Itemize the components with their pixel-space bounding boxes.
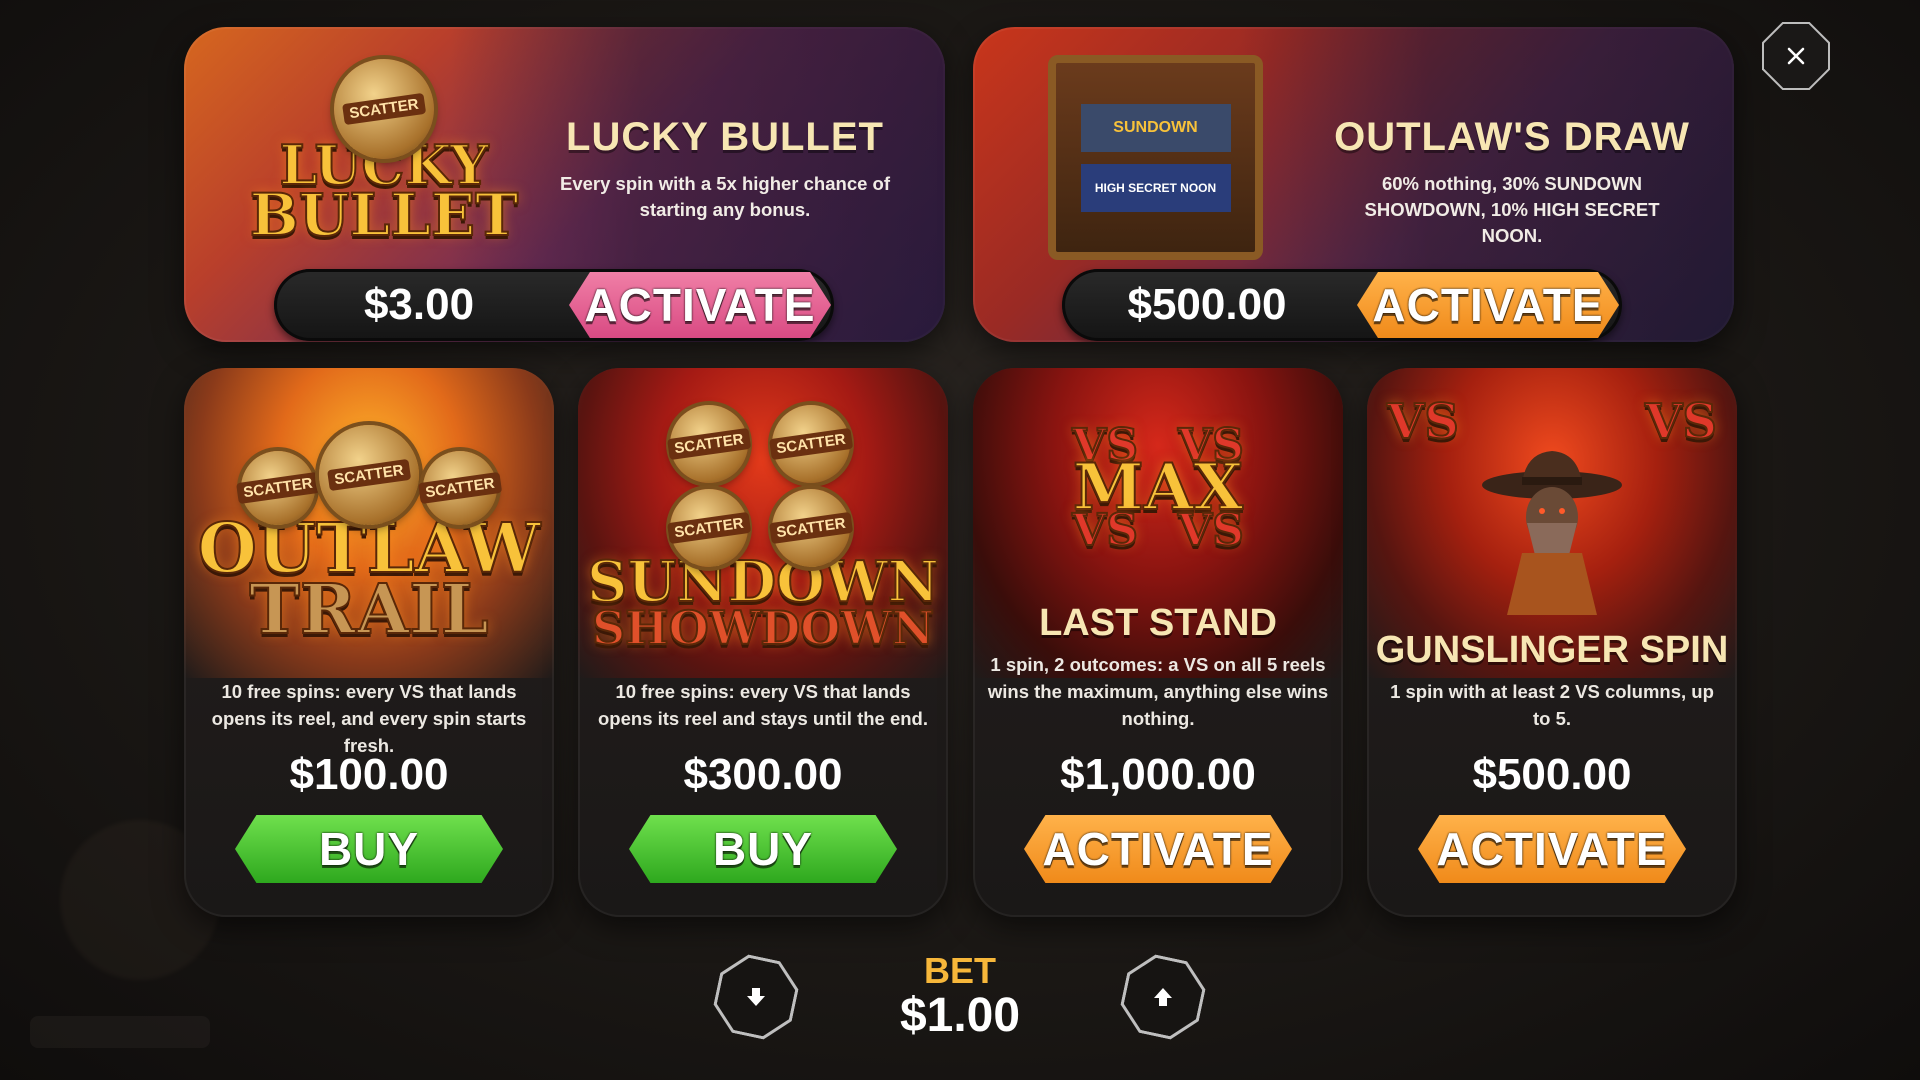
bet-label: BET: [924, 950, 996, 991]
card-last-stand: VS VS MAX VS VS LAST STAND 1 spin, 2 out…: [973, 368, 1343, 917]
card-description: Every spin with a 5x higher chance of st…: [559, 173, 891, 220]
buy-button[interactable]: BUY: [629, 815, 897, 883]
card-price: $500.00: [1472, 750, 1632, 799]
bet-value: $1.00: [899, 989, 1021, 1042]
card-outlaw-trail: SCATTER SCATTER SCATTER OUTLAW TRAIL 10 …: [184, 368, 554, 917]
scatter-badge: SCATTER: [667, 489, 751, 568]
scatter-badge: SCATTER: [334, 58, 434, 159]
lucky-bullet-logo: SCATTER LUCKY BULLET: [249, 35, 519, 265]
logo-line-2: BULLET: [249, 181, 520, 250]
card-lucky-bullet: SCATTER LUCKY BULLET LUCKY BULLET Every …: [184, 27, 945, 342]
activate-button[interactable]: ACTIVATE: [1418, 815, 1686, 883]
reel-label-top: SUNDOWN: [1080, 103, 1231, 152]
scatter-badge: SCATTER: [769, 405, 853, 484]
card-price: $1,000.00: [1060, 750, 1256, 799]
arrow-down-icon: [745, 986, 767, 1008]
bet-increase-button[interactable]: [1123, 957, 1203, 1037]
logo-line-1: SUNDOWN: [586, 549, 940, 616]
activate-button[interactable]: ACTIVATE: [569, 272, 831, 338]
arrow-up-icon: [1152, 986, 1174, 1008]
card-description: 60% nothing, 30% SUNDOWN SHOWDOWN, 10% H…: [1364, 173, 1660, 246]
card-description: 10 free spins: every VS that lands opens…: [598, 681, 928, 729]
vs-symbol: VS: [1071, 504, 1139, 556]
scatter-badge: SCATTER: [667, 405, 751, 484]
card-outlaws-draw: SUNDOWN HIGH SECRET NOON OUTLAW'S DRAW 6…: [973, 27, 1734, 342]
card-price: $100.00: [289, 750, 449, 799]
close-icon: [1787, 47, 1805, 65]
sundown-showdown-logo: SCATTER SCATTER SCATTER SCATTER SUNDOWN …: [578, 382, 948, 672]
card-title: LUCKY BULLET: [566, 115, 884, 159]
buy-button[interactable]: BUY: [235, 815, 503, 883]
gunslinger-art: VS VS: [1367, 388, 1737, 628]
vs-symbol: VS: [1644, 394, 1718, 451]
card-title: LAST STAND: [1039, 602, 1277, 644]
reel-label-bottom: HIGH SECRET NOON: [1080, 163, 1231, 212]
outlaw-trail-logo: SCATTER SCATTER SCATTER OUTLAW TRAIL: [184, 388, 554, 678]
vs-symbol: VS: [1177, 504, 1245, 556]
card-description: 10 free spins: every VS that lands opens…: [211, 681, 527, 756]
price-pill: $3.00 ACTIVATE: [274, 269, 834, 341]
activate-button[interactable]: ACTIVATE: [1357, 272, 1619, 338]
card-gunslinger-spin: VS VS GUNSLINGER SPIN 1 spin with at lea…: [1367, 368, 1737, 917]
background-decoration: [30, 1016, 210, 1048]
price-pill: $500.00 ACTIVATE: [1062, 269, 1622, 341]
reel-frame-art: SUNDOWN HIGH SECRET NOON: [1048, 55, 1263, 260]
gunslinger-character-icon: [1482, 450, 1622, 615]
scatter-badge: SCATTER: [769, 489, 853, 568]
card-price: $300.00: [683, 750, 843, 799]
bet-decrease-button[interactable]: [716, 957, 796, 1037]
scatter-badge: SCATTER: [319, 424, 419, 525]
logo-line-2: TRAIL: [248, 570, 489, 650]
vs-symbol: VS: [1386, 394, 1460, 451]
card-title: GUNSLINGER SPIN: [1375, 629, 1729, 671]
card-price: $3.00: [363, 280, 475, 329]
scatter-badge: SCATTER: [236, 450, 320, 525]
activate-button[interactable]: ACTIVATE: [1024, 815, 1292, 883]
card-description: 1 spin with at least 2 VS columns, up to…: [1390, 681, 1714, 729]
card-sundown-showdown: SCATTER SCATTER SCATTER SCATTER SUNDOWN …: [578, 368, 948, 917]
scatter-badge: SCATTER: [418, 450, 502, 525]
card-price: $500.00: [1127, 280, 1287, 329]
card-description: 1 spin, 2 outcomes: a VS on all 5 reels …: [987, 654, 1329, 729]
logo-line-2: SHOWDOWN: [591, 600, 935, 655]
card-title: OUTLAW'S DRAW: [1334, 115, 1690, 159]
last-stand-art: VS VS MAX VS VS: [973, 388, 1343, 588]
